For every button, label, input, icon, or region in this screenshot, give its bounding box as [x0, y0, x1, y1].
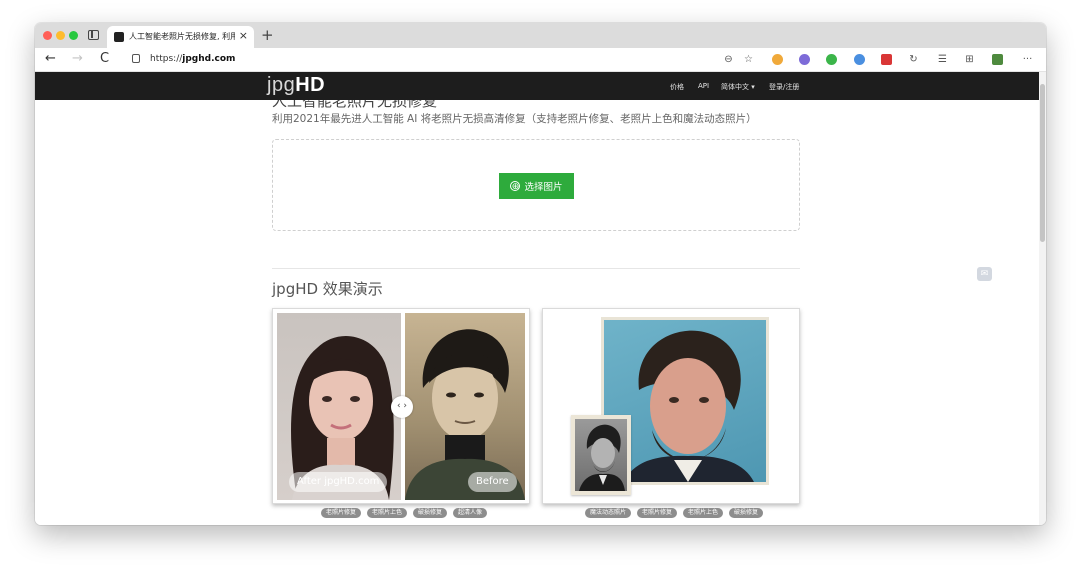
tag-magic-animated[interactable]: 魔法动态照片: [585, 508, 632, 518]
select-image-label: 选择图片: [524, 182, 563, 193]
reload-button[interactable]: C: [100, 51, 109, 66]
tab-title: 人工智能老照片无损修复, 利用2: [129, 32, 235, 41]
url-field[interactable]: https://jpghd.com: [150, 54, 235, 64]
add-circle-icon: ⊕: [510, 181, 521, 191]
section-divider: [272, 268, 800, 269]
upload-dropzone[interactable]: ⊕ 选择图片: [272, 139, 800, 231]
tab-close-button[interactable]: ×: [239, 29, 248, 42]
demo-section-title: jpgHD 效果演示: [272, 280, 383, 298]
logo-thin-text: jpg: [267, 74, 296, 96]
comparison-demo-card: After jpgHD.com Before ‹ ›: [272, 308, 530, 504]
tab-actions-icon[interactable]: [88, 30, 99, 40]
site-header: jpgHD 价格 API 简体中文 ▾ 登录/注册: [35, 72, 1039, 100]
tag-old-photo-colorize[interactable]: 老照片上色: [367, 508, 408, 518]
favorite-add-icon[interactable]: ☆: [742, 53, 755, 66]
collections-icon[interactable]: ⊞: [963, 53, 976, 66]
after-label: After jpgHD.com: [289, 472, 388, 492]
extension-adblock-icon[interactable]: [826, 54, 837, 65]
after-photo: After jpgHD.com: [277, 313, 401, 500]
active-tab[interactable]: 人工智能老照片无损修复, 利用2 ×: [107, 26, 254, 48]
tag-hd-portrait[interactable]: 超清人像: [453, 508, 488, 518]
card2-tags: 魔法动态照片 老照片修复 老照片上色 破损修复: [585, 508, 764, 518]
favorites-icon[interactable]: ☰: [936, 53, 949, 66]
page-content: 人工智能老照片无损修复 利用2021年最先进人工智能 AI 将老照片无损高清修复…: [35, 100, 1039, 525]
maximize-window-button[interactable]: [69, 31, 78, 40]
extension-refresh-icon[interactable]: ↻: [907, 53, 920, 66]
logo-bold-text: HD: [295, 74, 326, 96]
menu-api[interactable]: API: [698, 82, 709, 90]
page-title: 人工智能老照片无损修复: [272, 100, 438, 110]
menu-pricing[interactable]: 价格: [670, 82, 684, 92]
menu-login[interactable]: 登录/注册: [769, 82, 799, 92]
address-bar: ← → C https://jpghd.com ⊖ ☆ ↻ ☰ ⊞ ···: [35, 48, 1046, 72]
more-menu-icon[interactable]: ···: [1021, 53, 1034, 66]
tag-old-photo-repair[interactable]: 老照片修复: [321, 508, 362, 518]
url-domain: jpghd.com: [182, 54, 236, 64]
forward-button[interactable]: →: [72, 51, 83, 66]
card1-tags: 老照片修复 老照片上色 破损修复 超清人像: [321, 508, 488, 518]
minimize-window-button[interactable]: [56, 31, 65, 40]
back-button[interactable]: ←: [45, 51, 56, 66]
floating-contact-icon[interactable]: ✉: [977, 267, 992, 281]
site-favicon-icon: [114, 32, 124, 42]
menu-language[interactable]: 简体中文 ▾: [721, 82, 755, 92]
tab-strip: 人工智能老照片无损修复, 利用2 × +: [35, 23, 1046, 48]
compare-slider-handle[interactable]: ‹ ›: [391, 396, 413, 418]
scrollbar-thumb[interactable]: [1040, 84, 1045, 242]
extension-badge-icon[interactable]: [881, 54, 892, 65]
original-portrait-bg: [575, 419, 627, 491]
original-lincoln-portrait: [579, 424, 625, 491]
site-logo[interactable]: jpgHD: [267, 74, 325, 97]
extension-shield-icon[interactable]: [772, 54, 783, 65]
extension-cloud-icon[interactable]: [799, 54, 810, 65]
page-subtitle: 利用2021年最先进人工智能 AI 将老照片无损高清修复（支持老照片修复、老照片…: [272, 113, 757, 125]
colorize-demo-card: [542, 308, 800, 504]
browser-window: 人工智能老照片无损修复, 利用2 × + ← → C https://jpghd…: [35, 23, 1046, 525]
original-photo: [571, 415, 631, 495]
zoom-icon[interactable]: ⊖: [722, 53, 735, 66]
screenshot-stage: 人工智能老照片无损修复, 利用2 × + ← → C https://jpghd…: [0, 0, 1080, 570]
before-label: Before: [468, 472, 517, 492]
lock-icon[interactable]: [132, 54, 140, 63]
select-image-button[interactable]: ⊕ 选择图片: [499, 173, 574, 199]
extension-translate-icon[interactable]: [854, 54, 865, 65]
tag-old-photo-colorize[interactable]: 老照片上色: [683, 508, 724, 518]
page-scrollbar[interactable]: [1039, 72, 1046, 525]
profile-icon[interactable]: [992, 54, 1003, 65]
new-tab-button[interactable]: +: [261, 26, 274, 44]
tag-old-photo-repair[interactable]: 老照片修复: [637, 508, 678, 518]
tag-damage-repair[interactable]: 破损修复: [413, 508, 448, 518]
url-prefix: https://: [150, 54, 183, 64]
tag-damage-repair[interactable]: 破损修复: [729, 508, 764, 518]
before-photo: Before: [405, 313, 525, 500]
close-window-button[interactable]: [43, 31, 52, 40]
